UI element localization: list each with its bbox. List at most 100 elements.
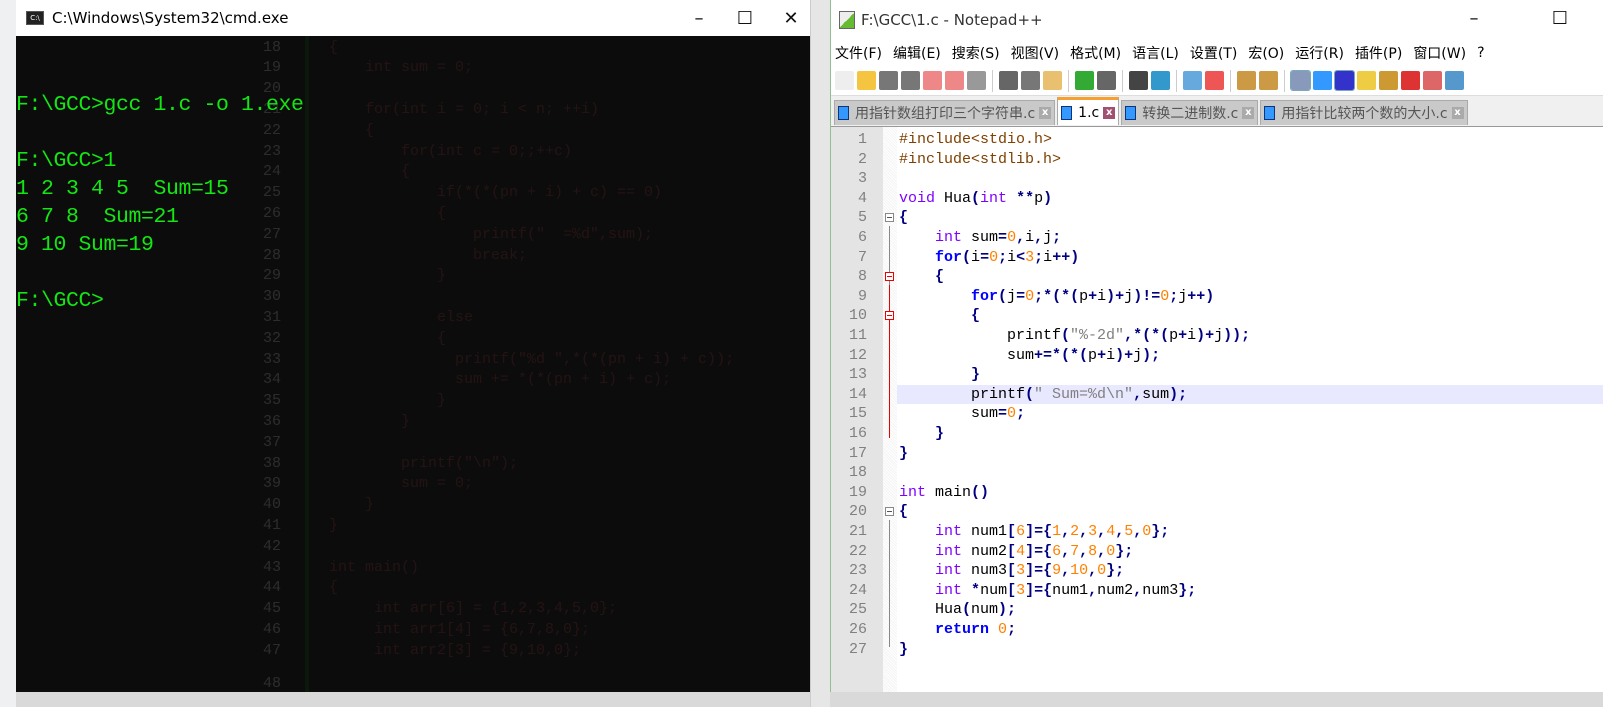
close-button[interactable]: ✕ [768, 0, 810, 36]
code-line[interactable]: 24 int *num[3]={num1,num2,num3}; [831, 581, 1603, 601]
doc-map-icon[interactable] [1379, 71, 1398, 90]
cmd-window[interactable]: C:\ C:\Windows\System32\cmd.exe – ☐ ✕ 16… [16, 0, 810, 692]
minimize-button[interactable]: – [1451, 0, 1497, 36]
menu-item[interactable]: 语言(L) [1132, 43, 1179, 63]
function-list-icon[interactable] [1401, 71, 1420, 90]
npp-title-bar[interactable]: F:\GCC\1.c - Notepad++ – ☐ [831, 0, 1603, 40]
undo-icon[interactable] [1075, 71, 1094, 90]
tab-file[interactable]: 转换二进制数.c x [1121, 100, 1259, 125]
menu-item[interactable]: 文件(F) [835, 43, 882, 63]
cut-icon[interactable] [999, 71, 1018, 90]
fold-toggle-icon[interactable] [885, 311, 894, 321]
folder-workspace-icon[interactable] [1423, 71, 1442, 90]
menu-item[interactable]: 视图(V) [1011, 43, 1060, 63]
code-line[interactable]: 23 int num3[3]={9,10,0}; [831, 561, 1603, 581]
code-line[interactable]: 5{ [831, 208, 1603, 228]
code-line[interactable]: 17} [831, 444, 1603, 464]
terminal-line: 6 7 8 Sum=21 [16, 205, 179, 229]
zoom-out-icon[interactable] [1205, 71, 1224, 90]
code-line[interactable]: 9 for(j=0;*(*(p+i)+j)!=0;j++) [831, 287, 1603, 307]
tab-file[interactable]: 用指针数组打印三个字符串.c x [834, 100, 1056, 125]
code-line[interactable]: 26 return 0; [831, 620, 1603, 640]
maximize-button[interactable]: ☐ [722, 0, 768, 36]
close-tab-icon[interactable]: x [1039, 107, 1052, 119]
open-file-icon[interactable] [857, 71, 876, 90]
code-token: () [971, 483, 990, 501]
menu-item[interactable]: 插件(P) [1355, 43, 1402, 63]
menu-item[interactable]: 窗口(W) [1413, 43, 1466, 63]
close-tab-icon[interactable]: x [1103, 106, 1116, 119]
close-tab-icon[interactable]: x [1451, 107, 1464, 119]
sync-horizontal-icon[interactable] [1259, 71, 1278, 90]
code-text: void Hua(int **p) [897, 189, 1603, 209]
terminal-output[interactable]: F:\GCC>gcc 1.c -o 1.exe F:\GCC>1 1 2 3 4 5… [16, 63, 304, 315]
code-line[interactable]: 21 int num1[6]={1,2,3,4,5,0}; [831, 522, 1603, 542]
code-token: 0 [989, 248, 999, 266]
code-line[interactable]: 4 void Hua(int **p) [831, 189, 1603, 209]
cmd-title-bar[interactable]: C:\ C:\Windows\System32\cmd.exe – ☐ ✕ [16, 0, 810, 36]
line-number: 4 [857, 189, 867, 207]
notepadpp-window[interactable]: F:\GCC\1.c - Notepad++ – ☐ 文件(F) 编辑(E) 搜索(… [830, 0, 1603, 692]
code-line[interactable]: 2 #include<stdlib.h> [831, 150, 1603, 170]
code-line[interactable]: 13 } [831, 365, 1603, 385]
menu-item[interactable]: 搜索(S) [952, 43, 1000, 63]
menu-item[interactable]: 编辑(E) [893, 43, 941, 63]
tab-file[interactable]: 1.c x [1057, 97, 1120, 125]
code-line[interactable]: 19 int main() [831, 483, 1603, 503]
menu-item[interactable]: 宏(O) [1248, 43, 1284, 63]
paste-icon[interactable] [1043, 71, 1062, 90]
code-line[interactable]: 14 printf(" Sum=%d\n",sum); [831, 384, 1603, 405]
code-editor[interactable]: 1 #include<stdio.h> 2 #include<stdlib.h> 3 4 v… [831, 126, 1603, 692]
code-token: p [1034, 189, 1044, 207]
save-all-icon[interactable] [901, 71, 920, 90]
menu-item[interactable]: 运行(R) [1295, 43, 1344, 63]
close-icon[interactable] [923, 71, 942, 90]
code-token: i [1106, 346, 1116, 364]
fold-toggle-icon[interactable] [885, 213, 894, 223]
code-line[interactable]: 22 int num2[4]={6,7,8,0}; [831, 542, 1603, 562]
indent-guide-icon[interactable] [1334, 70, 1355, 91]
menu-item[interactable]: 设置(T) [1190, 43, 1237, 63]
code-line[interactable]: 27} [831, 640, 1603, 660]
code-line[interactable]: 7 for(i=0;i<3;i++) [831, 248, 1603, 268]
code-line[interactable]: 1 #include<stdio.h> [831, 130, 1603, 150]
copy-icon[interactable] [1021, 71, 1040, 90]
sync-vertical-icon[interactable] [1237, 71, 1256, 90]
code-token: }; [1151, 523, 1170, 540]
menu-item[interactable]: 格式(M) [1070, 43, 1121, 63]
code-line[interactable]: 15 sum=0; [831, 404, 1603, 424]
code-line[interactable]: 3 [831, 169, 1603, 189]
code-token: int [935, 562, 963, 580]
code-line[interactable]: 16 } [831, 424, 1603, 444]
new-file-icon[interactable] [835, 71, 854, 90]
code-line[interactable]: 10 { [831, 306, 1603, 326]
menu-item[interactable]: ? [1477, 45, 1484, 61]
show-all-chars-icon[interactable] [1313, 71, 1332, 90]
code-line[interactable]: 6 int sum=0,i,j; [831, 228, 1603, 248]
fold-toggle-icon[interactable] [885, 507, 894, 517]
monitor-icon[interactable] [1445, 71, 1464, 90]
print-icon[interactable] [967, 71, 986, 90]
close-all-icon[interactable] [945, 71, 964, 90]
redo-icon[interactable] [1097, 71, 1116, 90]
maximize-button[interactable]: ☐ [1537, 0, 1583, 36]
code-line[interactable]: 8 { [831, 267, 1603, 287]
code-line[interactable]: 20 { [831, 502, 1603, 522]
tab-file[interactable]: 用指针比较两个数的大小.c x [1260, 100, 1468, 125]
zoom-in-icon[interactable] [1183, 71, 1202, 90]
close-tab-icon[interactable]: x [1242, 107, 1255, 119]
code-line[interactable]: 25 Hua(num); [831, 600, 1603, 620]
save-icon[interactable] [879, 71, 898, 90]
minimize-button[interactable]: – [676, 0, 722, 36]
replace-icon[interactable] [1151, 71, 1170, 90]
code-line[interactable]: 12 sum+=*(*(p+i)+j); [831, 346, 1603, 366]
udl-icon[interactable] [1357, 71, 1376, 90]
bg-code-line: { [329, 579, 339, 597]
fold-toggle-icon[interactable] [885, 272, 894, 282]
code-line[interactable]: 11 printf("%-2d",*(*(p+i)+j)); [831, 326, 1603, 346]
find-icon[interactable] [1129, 71, 1148, 90]
word-wrap-icon[interactable] [1290, 70, 1311, 91]
line-number: 17 [848, 444, 867, 462]
code-line[interactable]: 18 [831, 463, 1603, 483]
